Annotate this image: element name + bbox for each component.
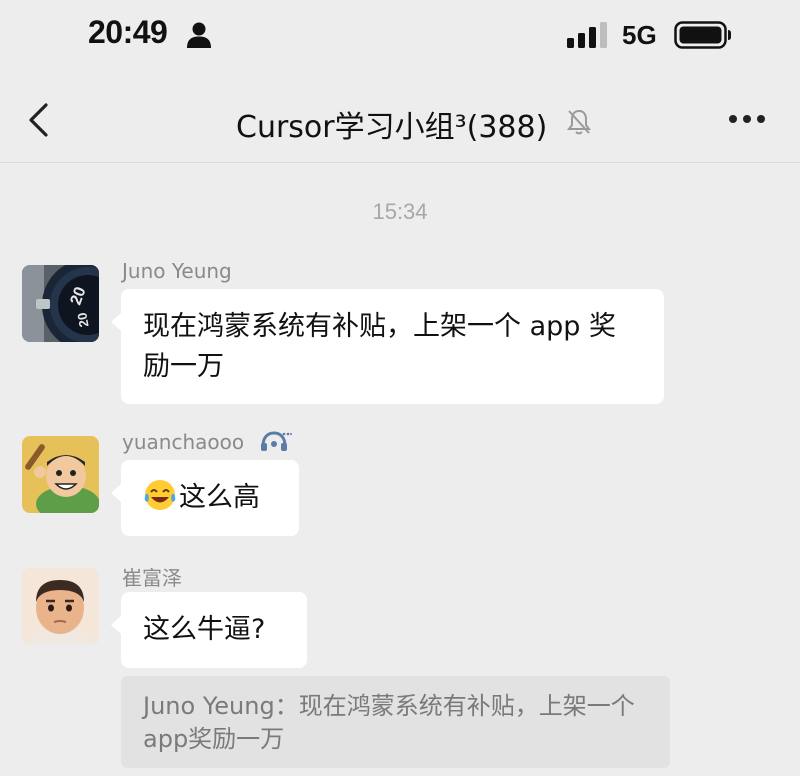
headset-badge-icon xyxy=(261,431,292,451)
sender-name: yuanchaooo xyxy=(122,430,245,454)
sender-name: 崔富泽 xyxy=(122,566,182,590)
message-bubble[interactable]: 现在鸿蒙系统有补贴，上架一个 app 奖励一万 xyxy=(111,289,664,404)
status-time: 20:49 xyxy=(88,14,168,50)
3d-character-avatar-image xyxy=(22,568,99,645)
watch-avatar-image: 20 20 xyxy=(22,265,99,342)
status-bar: 20:49 5G xyxy=(0,0,800,74)
back-icon[interactable] xyxy=(26,102,52,138)
chat-title: Cursor学习小组³(388) xyxy=(236,110,548,145)
svg-text:20: 20 xyxy=(74,311,91,328)
chat-header: Cursor学习小组³(388) xyxy=(0,74,800,163)
avatar-juno-yeung[interactable]: 20 20 xyxy=(22,265,99,342)
avatar-yuanchaooo[interactable] xyxy=(22,436,99,513)
message-list[interactable]: 15:34 20 20 Juno Yeung 现在鸿蒙系统有补贴，上架一个 ap… xyxy=(0,163,800,776)
mute-icon xyxy=(567,109,591,135)
laughing-tears-emoji xyxy=(144,480,176,510)
sender-name: Juno Yeung xyxy=(122,259,232,283)
quoted-message[interactable]: Juno Yeung：现在鸿蒙系统有补贴，上架一个app奖励一万 xyxy=(121,676,670,768)
message-timestamp: 15:34 xyxy=(372,199,428,224)
signal-icon xyxy=(567,22,607,48)
more-icon[interactable] xyxy=(728,114,766,124)
cartoon-avatar-image xyxy=(22,436,99,513)
battery-icon xyxy=(674,21,731,49)
network-label: 5G xyxy=(622,20,657,50)
person-icon xyxy=(187,22,211,48)
message-bubble[interactable]: 这么高 xyxy=(111,460,299,536)
avatar-cui-fuze[interactable] xyxy=(22,568,99,645)
message-bubble[interactable]: 这么牛逼? xyxy=(111,592,307,668)
message-text: 这么高 xyxy=(179,482,260,513)
